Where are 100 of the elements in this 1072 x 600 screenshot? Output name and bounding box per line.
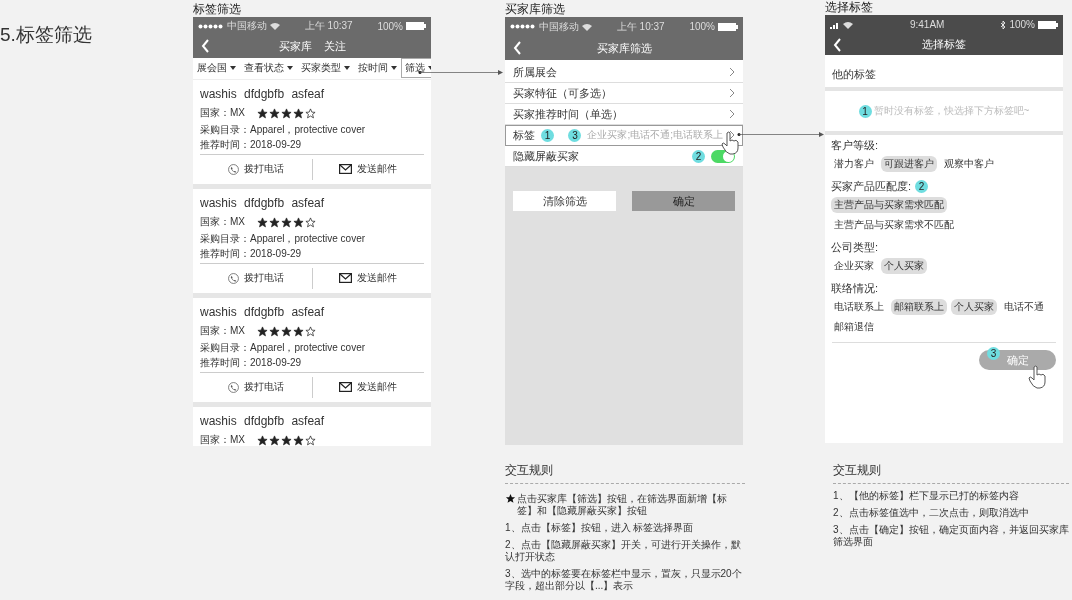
phone-icon bbox=[227, 272, 239, 284]
tag-chip[interactable]: 潜力客户 bbox=[831, 156, 877, 172]
battery-label: 100% bbox=[377, 20, 403, 32]
tag-chip[interactable]: 可跟进客户 bbox=[881, 156, 937, 172]
date-label: 推荐时间：2018-09-29 bbox=[200, 137, 303, 152]
buyer-card[interactable]: washis dfdgbfb asfeaf 国家：MX 采购目录：Apparel，protective cover 推荐时间：2018-09-29 拨打电话 发送邮件 bbox=[193, 297, 431, 402]
buyer-card[interactable]: washis dfdgbfb asfeaf 国家：MX 采购目录：Apparel，protective cover 推荐时间：2018-09-29 拨打电话 发送邮件 bbox=[193, 188, 431, 293]
email-button[interactable]: 发送邮件 bbox=[311, 267, 424, 289]
star-icon bbox=[257, 216, 268, 228]
catalog-label: 采购目录：Apparel，protective cover bbox=[200, 231, 367, 246]
date-label: 推荐时间：2018-09-29 bbox=[200, 246, 303, 261]
clear-button[interactable]: 清除筛选 bbox=[513, 191, 616, 211]
status-time: 上午 10:37 bbox=[616, 19, 665, 34]
rule-text: 1、点击【标签】按钮，进入 标签选择界面 bbox=[505, 522, 694, 534]
call-button[interactable]: 拨打电话 bbox=[200, 372, 312, 402]
tag-chip[interactable]: 主营产品与买家需求不匹配 bbox=[831, 217, 957, 233]
call-button[interactable]: 拨打电话 bbox=[200, 263, 312, 293]
call-button[interactable]: 拨打电话 bbox=[200, 154, 312, 184]
group-title: 公司类型: bbox=[831, 239, 879, 255]
chevron-right-icon bbox=[729, 109, 735, 119]
section-title: 他的标签 bbox=[831, 67, 877, 82]
star-icon bbox=[257, 434, 268, 446]
group-title: 联络情况: bbox=[831, 280, 879, 296]
catalog-label: 采购目录：Apparel，protective cover bbox=[200, 122, 367, 137]
country-label: 国家：MX bbox=[200, 215, 245, 230]
carrier-label: 中国移动 bbox=[539, 19, 579, 34]
star-icon bbox=[293, 107, 304, 119]
tag-row[interactable]: 标签 1 3 企业买家;电话不通;电话联系上 bbox=[505, 125, 743, 146]
step-badge: 2 bbox=[692, 149, 705, 163]
step-badge: 3 bbox=[568, 128, 582, 142]
selected-tags: 企业买家;电话不通;电话联系上 bbox=[587, 128, 723, 142]
tag-chip[interactable]: 企业买家 bbox=[831, 258, 877, 274]
nav-title: 买家库筛选 bbox=[596, 40, 652, 56]
tag-chip[interactable]: 电话联系上 bbox=[831, 299, 887, 315]
star-icon bbox=[293, 216, 304, 228]
star-icon bbox=[305, 325, 316, 337]
status-time: 上午 10:37 bbox=[304, 19, 353, 34]
phone-icon bbox=[227, 381, 239, 393]
country-label: 国家：MX bbox=[200, 433, 245, 446]
tag-chip[interactable]: 个人买家 bbox=[951, 299, 997, 315]
buyer-name: washis dfdgbfb asfeaf bbox=[200, 85, 325, 103]
back-icon[interactable] bbox=[513, 41, 522, 55]
filter-dropdown[interactable]: 买家类型 bbox=[297, 58, 354, 79]
tag-chip[interactable]: 主营产品与买家需求匹配 bbox=[831, 197, 947, 213]
date-label: 推荐时间：2018-09-29 bbox=[200, 355, 303, 370]
envelope-icon bbox=[339, 164, 353, 175]
filter-dropdown[interactable]: 查看状态 bbox=[240, 58, 297, 79]
rule-text: 2、点击【隐藏屏蔽买家】开关，可进行开关操作，默认打开状态 bbox=[505, 539, 742, 563]
hand-cursor-icon bbox=[1028, 365, 1048, 389]
row-label: 隐藏屏蔽买家 bbox=[513, 148, 580, 164]
email-button[interactable]: 发送邮件 bbox=[311, 158, 424, 180]
filter-dropdown[interactable]: 筛选 bbox=[401, 58, 431, 79]
filter-dropdown[interactable]: 展会国 bbox=[193, 58, 240, 79]
country-label: 国家：MX bbox=[200, 106, 245, 121]
bluetooth-icon bbox=[1001, 20, 1007, 29]
star-icon bbox=[281, 107, 292, 119]
caret-icon bbox=[344, 66, 350, 71]
artboard-title: 买家库筛选 bbox=[505, 2, 566, 16]
star-icon bbox=[281, 216, 292, 228]
step-badge: 1 bbox=[858, 104, 872, 118]
rule-text: 2、点击标签值选中，二次点击，则取消选中 bbox=[833, 507, 1029, 519]
battery-label: 100% bbox=[689, 21, 715, 32]
rule-text: 1、【他的标签】栏下显示已打的标签内容 bbox=[833, 490, 1019, 502]
star-icon bbox=[269, 434, 280, 446]
tag-chip[interactable]: 邮箱联系上 bbox=[891, 299, 947, 315]
rule-text: 点击买家库【筛选】按钮，在筛选界面新增【标签】和【隐藏屏蔽买家】按钮 bbox=[517, 493, 728, 517]
tag-chip[interactable]: 观察中客户 bbox=[941, 156, 997, 172]
tag-chip[interactable]: 电话不通 bbox=[1001, 299, 1047, 315]
tag-chip[interactable]: 个人买家 bbox=[881, 258, 927, 274]
confirm-button[interactable]: 确定 bbox=[632, 191, 735, 211]
wifi-icon bbox=[270, 22, 280, 31]
star-icon bbox=[305, 216, 316, 228]
battery-icon bbox=[718, 22, 738, 31]
page-title: 5.标签筛选 bbox=[0, 23, 92, 47]
phone-icon bbox=[227, 163, 239, 175]
buyer-card[interactable]: washis dfdgbfb asfeaf 国家：MX 采购目录：Apparel，protective cover 推荐时间：2018-09-29 拨打电话 发送邮件 bbox=[193, 79, 431, 184]
caret-icon bbox=[287, 66, 293, 71]
filter-dropdown[interactable]: 按时间 bbox=[354, 58, 401, 79]
star-icon bbox=[269, 216, 280, 228]
country-label: 国家：MX bbox=[200, 324, 245, 339]
battery-icon bbox=[406, 22, 426, 31]
signal-icon bbox=[198, 23, 224, 29]
tag-chip[interactable]: 邮箱退信 bbox=[831, 319, 877, 335]
signal-icon bbox=[510, 24, 536, 29]
buyer-card[interactable]: washis dfdgbfb asfeaf 国家：MX bbox=[193, 406, 431, 446]
star-icon bbox=[293, 434, 304, 446]
star-icon bbox=[257, 107, 268, 119]
nav-title: 关注 bbox=[323, 39, 346, 54]
buyer-name: washis dfdgbfb asfeaf bbox=[200, 194, 325, 212]
artboard-title: 选择标签 bbox=[825, 0, 874, 14]
wifi-icon bbox=[843, 20, 853, 29]
back-icon[interactable] bbox=[833, 37, 842, 52]
back-icon[interactable] bbox=[201, 39, 210, 54]
battery-label: 100% bbox=[1009, 19, 1035, 30]
caret-icon bbox=[391, 66, 397, 71]
email-button[interactable]: 发送邮件 bbox=[311, 376, 424, 398]
catalog-label: 采购目录：Apparel，protective cover bbox=[200, 340, 367, 355]
rule-text: 3、点击【确定】按钮，确定页面内容，并返回买家库筛选界面 bbox=[833, 524, 1069, 548]
nav-title: 买家库 bbox=[278, 39, 312, 54]
star-icon bbox=[281, 434, 292, 446]
